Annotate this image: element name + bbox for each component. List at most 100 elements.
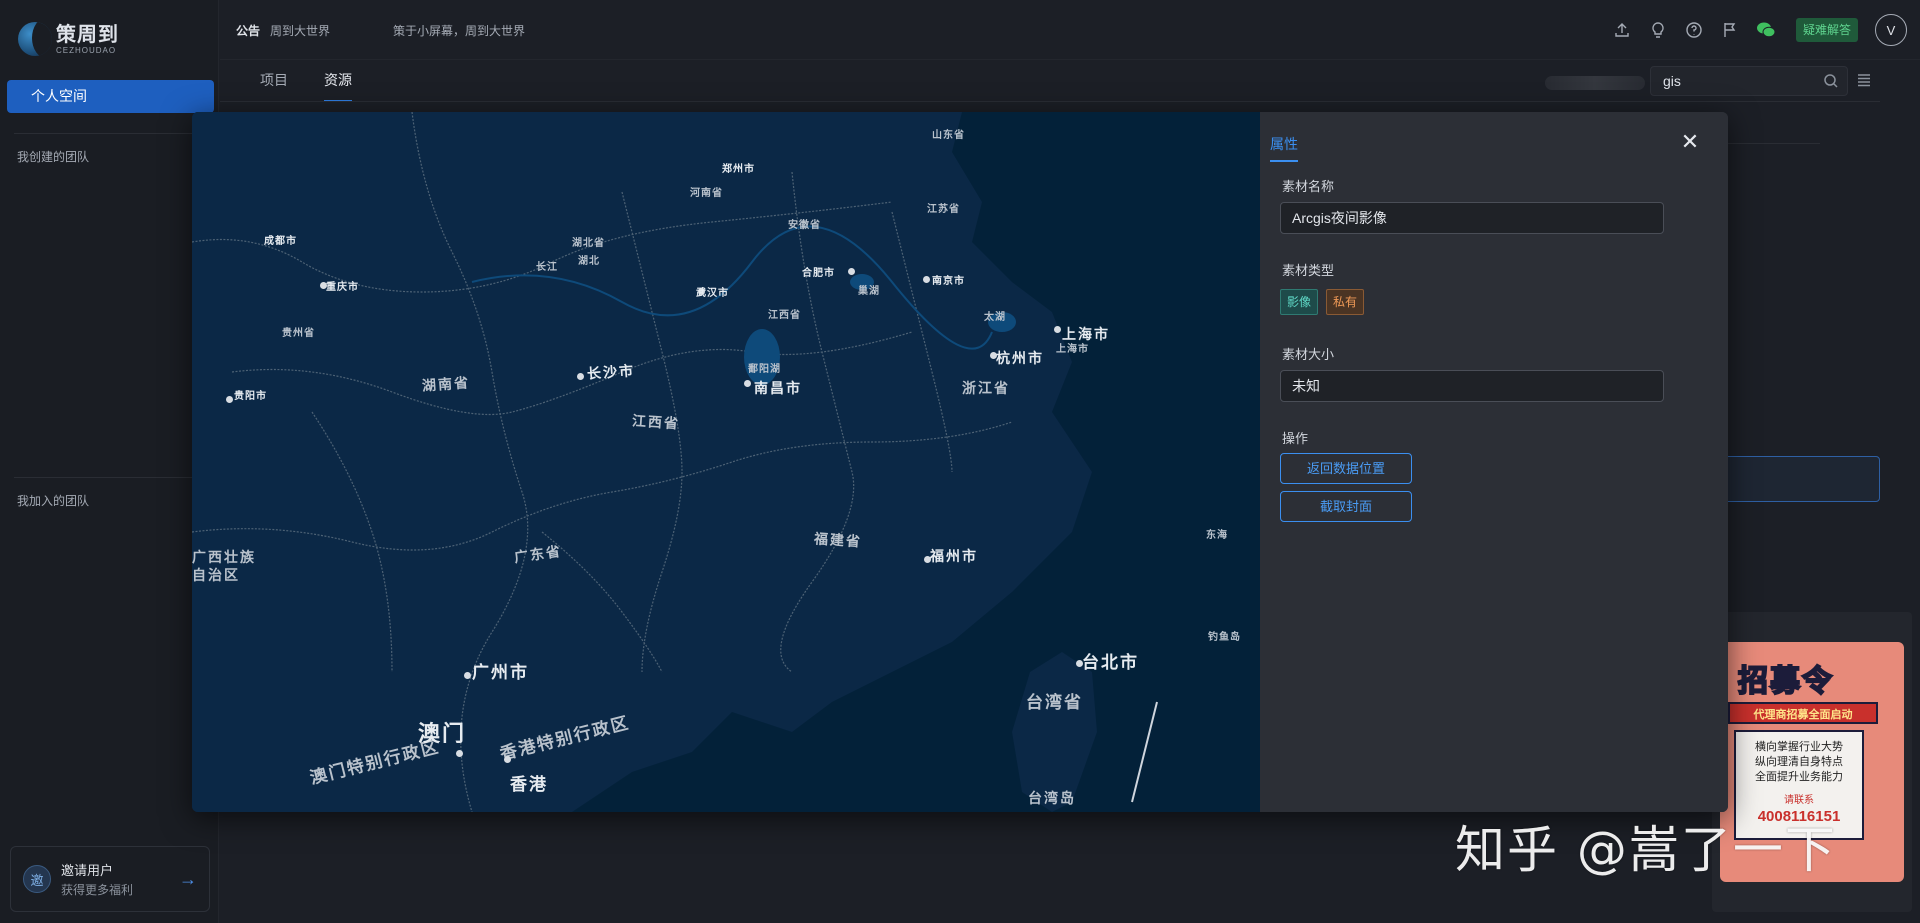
ad-title: 招募令 — [1737, 664, 1834, 699]
map-label-city: 贵阳市 — [234, 391, 267, 402]
logo-subtitle: CEZHOUDAO — [56, 45, 117, 55]
wechat-icon[interactable] — [1754, 18, 1778, 42]
map-label-province: 贵州省 — [282, 328, 315, 339]
close-icon[interactable]: ✕ — [1678, 130, 1702, 154]
tab-divider — [220, 101, 1880, 102]
top-icons — [1610, 18, 1778, 42]
map-city-dot — [464, 672, 471, 679]
created-teams-label: 我创建的团队 — [17, 150, 90, 164]
avatar[interactable]: V — [1875, 14, 1907, 46]
map-label-city: 台北市 — [1082, 653, 1139, 672]
type-tag-image: 影像 — [1280, 289, 1319, 315]
map-label-city: 广州市 — [472, 663, 529, 682]
map-label-city: 杭州市 — [996, 350, 1044, 366]
invite-icon: 邀 — [23, 865, 51, 893]
logo-title: 策周到 — [56, 23, 119, 46]
map-label-province: 湖南省 — [421, 374, 471, 394]
main-tabs: 项目 资源 — [260, 70, 352, 102]
joined-teams-label: 我加入的团队 — [17, 494, 90, 508]
list-view-icon[interactable] — [1856, 72, 1872, 93]
map-label-city: 上海市 — [1056, 344, 1089, 355]
notice-tag: 公告 — [236, 24, 261, 38]
map-city-dot — [923, 276, 930, 283]
notice-text[interactable]: 策于小屏幕，周到大世界 — [393, 22, 525, 39]
name-label: 素材名称 — [1282, 179, 1335, 194]
map-label-city: 长沙市 — [586, 362, 636, 382]
logo-icon — [18, 22, 52, 56]
map-label-province: 江苏省 — [927, 204, 960, 215]
size-field[interactable]: 未知 — [1280, 370, 1664, 402]
tab-properties[interactable]: 属性 — [1270, 134, 1298, 162]
map-city-dot — [744, 380, 751, 387]
capture-cover-button[interactable]: 截取封面 — [1280, 491, 1412, 522]
map-label-province: 安徽省 — [788, 220, 821, 231]
ad-line: 全面提升业务能力 — [1755, 771, 1843, 783]
map-city-dot — [226, 396, 233, 403]
size-label: 素材大小 — [1282, 347, 1335, 362]
qa-button[interactable]: 疑难解答 — [1796, 18, 1858, 42]
watermark: 知乎 @嵩了一下 — [1455, 821, 1837, 879]
map-label-city: 成都市 — [264, 236, 297, 247]
ad-line: 纵向理清自身特点 — [1755, 756, 1843, 768]
tab-resources[interactable]: 资源 — [324, 70, 352, 102]
search-input[interactable] — [1651, 67, 1811, 95]
sidebar-divider — [14, 133, 204, 134]
map-label-province: 江西省 — [768, 310, 801, 321]
type-label: 素材类型 — [1282, 263, 1335, 278]
ad-contact: 请联系 — [1784, 795, 1814, 806]
flag-icon[interactable] — [1718, 18, 1742, 42]
invite-user-card[interactable]: 邀 邀请用户 获得更多福利 → — [10, 846, 210, 912]
tab-projects[interactable]: 项目 — [260, 70, 288, 102]
return-location-button[interactable]: 返回数据位置 — [1280, 453, 1412, 484]
name-field[interactable]: Arcgis夜间影像 — [1280, 202, 1664, 234]
properties-panel: 属性 ✕ 素材名称 Arcgis夜间影像 素材类型 影像 私有 素材大小 未知 … — [1260, 112, 1728, 812]
map-label-river: 长江 — [536, 262, 558, 273]
map-label-lake: 鄱阳湖 — [748, 364, 781, 375]
map-city-dot — [577, 373, 584, 380]
type-tag-private: 私有 — [1326, 289, 1365, 315]
sidebar: 策周到 CEZHOUDAO 个人空间 我创建的团队 我加入的团队 邀 邀请用户 … — [0, 0, 219, 923]
search-icon[interactable] — [1823, 73, 1839, 94]
notice-title[interactable]: 周到大世界 — [270, 22, 330, 39]
map-label-province: 福建省 — [813, 530, 863, 550]
map-label-city: 重庆市 — [326, 282, 359, 293]
map-label-city: 武汉市 — [696, 288, 729, 299]
personal-space-button[interactable]: 个人空间 — [7, 80, 214, 113]
search-box — [1650, 66, 1848, 96]
map-city-dot — [1054, 326, 1061, 333]
map-label-province: 台湾省 — [1026, 693, 1083, 712]
upload-icon[interactable] — [1610, 18, 1634, 42]
map-label-province: 河南省 — [690, 188, 723, 199]
topbar: 公告 周到大世界 策于小屏幕，周到大世界 疑难解答 V — [220, 0, 1920, 60]
map-label-city: 香港 — [510, 775, 548, 794]
map-label-city: 郑州市 — [722, 164, 755, 175]
map-label-province: 山东省 — [932, 130, 965, 141]
invite-title: 邀请用户 — [61, 863, 114, 878]
resource-preview-modal: 湖南省 江西省 浙江省 福建省 广东省 台湾省 湖北省 安徽省 江苏省 河南省 … — [192, 112, 1728, 812]
map-label-province: 广西壮族自治区 — [192, 549, 256, 583]
map-label-island: 钓鱼岛 — [1208, 632, 1241, 643]
map-label-island: 台湾岛 — [1028, 790, 1076, 806]
ad-ribbon: 代理商招募全面启动 — [1728, 702, 1878, 724]
logo[interactable]: 策周到 CEZHOUDAO — [18, 22, 119, 56]
invite-subtitle: 获得更多福利 — [61, 883, 134, 897]
help-icon[interactable] — [1682, 18, 1706, 42]
app-root: 策周到 CEZHOUDAO 个人空间 我创建的团队 我加入的团队 邀 邀请用户 … — [0, 0, 1920, 923]
map-label-city: 澳门 — [418, 721, 467, 746]
map-label-province: 湖北 — [578, 256, 600, 267]
map-label-lake: 太湖 — [984, 312, 1006, 323]
map-label-city: 南昌市 — [754, 380, 802, 396]
map-geometry — [192, 112, 1158, 812]
map-label-province: 湖北省 — [572, 238, 605, 249]
map-city-dot — [504, 756, 511, 763]
background-card[interactable] — [1720, 456, 1880, 502]
map-label-sea: 东海 — [1206, 530, 1228, 541]
ad-line: 横向掌握行业大势 — [1755, 741, 1843, 753]
map-city-dot — [456, 750, 463, 757]
map-preview[interactable]: 湖南省 江西省 浙江省 福建省 广东省 台湾省 湖北省 安徽省 江苏省 河南省 … — [192, 112, 1260, 812]
sidebar-divider — [14, 477, 204, 478]
lightbulb-icon[interactable] — [1646, 18, 1670, 42]
map-label-province: 浙江省 — [962, 380, 1010, 396]
arrow-right-icon[interactable]: → — [179, 869, 197, 890]
map-label-city: 合肥市 — [802, 268, 835, 279]
